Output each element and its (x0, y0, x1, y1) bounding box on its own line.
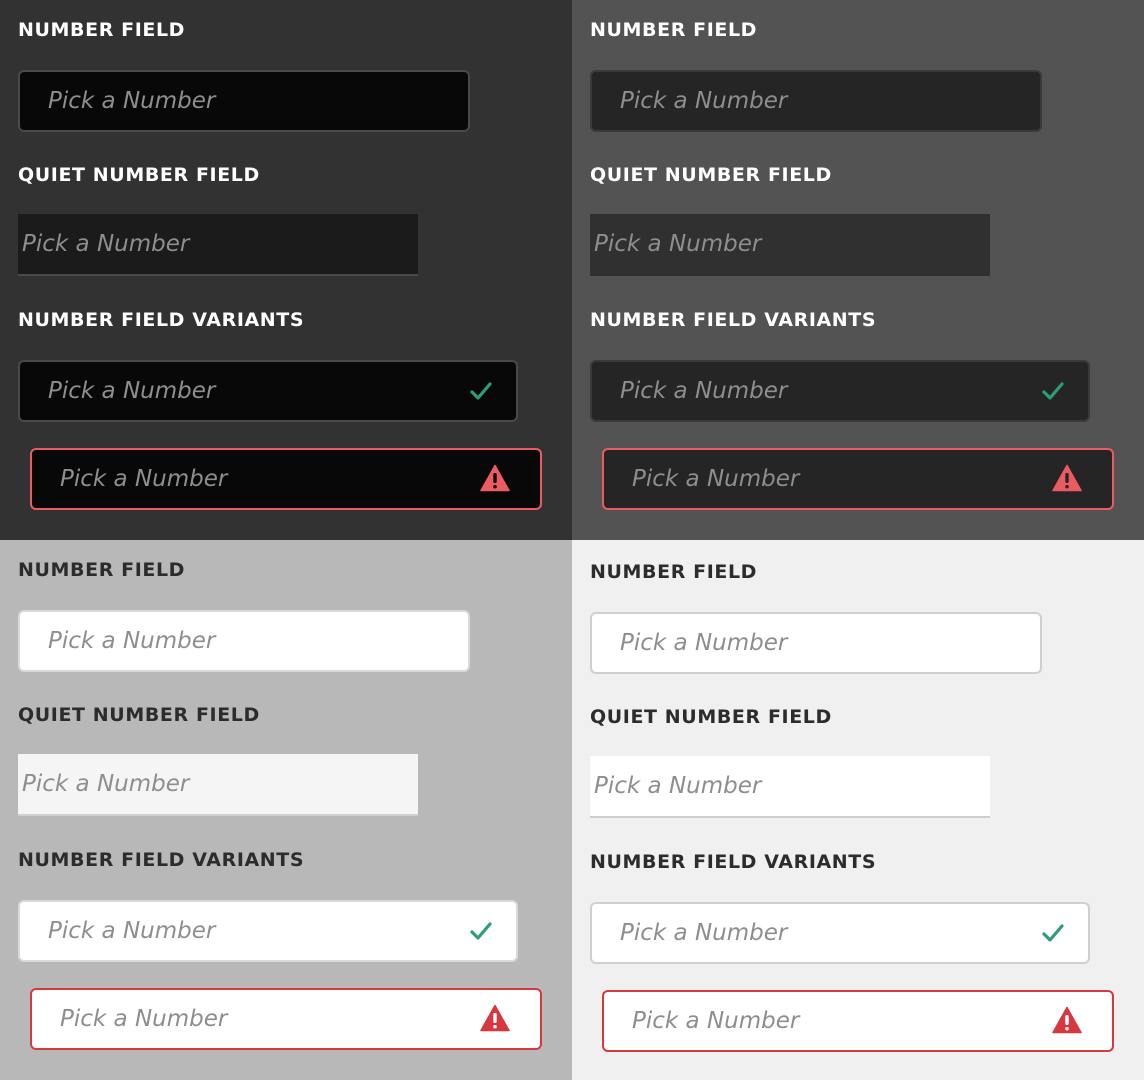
valid-number-field[interactable]: Pick a Number (18, 900, 518, 962)
theme-panel-light: NUMBER FIELD Pick a Number QUIET NUMBER … (0, 540, 572, 1080)
alert-triangle-icon (1052, 1006, 1082, 1034)
quiet-number-field-heading: QUIET NUMBER FIELD (590, 164, 832, 186)
quiet-number-field-placeholder: Pick a Number (594, 231, 762, 257)
valid-number-field[interactable]: Pick a Number (18, 360, 518, 422)
checkmark-icon (1042, 382, 1064, 400)
quiet-number-field[interactable]: Pick a Number (590, 214, 990, 276)
number-field-placeholder: Pick a Number (48, 628, 216, 654)
valid-number-field-placeholder: Pick a Number (48, 918, 216, 944)
theme-panel-lightest: NUMBER FIELD Pick a Number QUIET NUMBER … (572, 540, 1144, 1080)
number-field[interactable]: Pick a Number (590, 612, 1042, 674)
quiet-number-field-placeholder: Pick a Number (594, 773, 762, 799)
number-field-variants-heading: NUMBER FIELD VARIANTS (590, 851, 877, 873)
number-field-placeholder: Pick a Number (620, 88, 788, 114)
invalid-number-field-placeholder: Pick a Number (60, 466, 228, 492)
number-field-variants-heading: NUMBER FIELD VARIANTS (590, 309, 877, 331)
quiet-number-field[interactable]: Pick a Number (18, 214, 418, 276)
valid-number-field-placeholder: Pick a Number (48, 378, 216, 404)
quiet-number-field-heading: QUIET NUMBER FIELD (18, 164, 260, 186)
checkmark-icon (470, 922, 492, 940)
valid-number-field-placeholder: Pick a Number (620, 920, 788, 946)
number-field-heading: NUMBER FIELD (590, 561, 758, 583)
number-field-placeholder: Pick a Number (48, 88, 216, 114)
number-field-variants-heading: NUMBER FIELD VARIANTS (18, 309, 305, 331)
number-field-heading: NUMBER FIELD (590, 19, 758, 41)
invalid-number-field[interactable]: Pick a Number (602, 448, 1114, 510)
invalid-number-field-placeholder: Pick a Number (632, 1008, 800, 1034)
alert-triangle-icon (480, 1004, 510, 1032)
valid-number-field[interactable]: Pick a Number (590, 902, 1090, 964)
alert-triangle-icon (1052, 464, 1082, 492)
number-field[interactable]: Pick a Number (590, 70, 1042, 132)
number-field[interactable]: Pick a Number (18, 70, 470, 132)
number-field-heading: NUMBER FIELD (18, 19, 186, 41)
valid-number-field-placeholder: Pick a Number (620, 378, 788, 404)
quiet-number-field-placeholder: Pick a Number (22, 771, 190, 797)
theme-panel-dark: NUMBER FIELD Pick a Number QUIET NUMBER … (572, 0, 1144, 540)
number-field[interactable]: Pick a Number (18, 610, 470, 672)
valid-number-field[interactable]: Pick a Number (590, 360, 1090, 422)
theme-panel-darkest: NUMBER FIELD Pick a Number QUIET NUMBER … (0, 0, 572, 540)
quiet-number-field-placeholder: Pick a Number (22, 231, 190, 257)
quiet-number-field[interactable]: Pick a Number (18, 754, 418, 816)
quiet-number-field-heading: QUIET NUMBER FIELD (590, 706, 832, 728)
alert-triangle-icon (480, 464, 510, 492)
number-field-variants-heading: NUMBER FIELD VARIANTS (18, 849, 305, 871)
quiet-number-field[interactable]: Pick a Number (590, 756, 990, 818)
number-field-placeholder: Pick a Number (620, 630, 788, 656)
invalid-number-field[interactable]: Pick a Number (30, 988, 542, 1050)
invalid-number-field-placeholder: Pick a Number (60, 1006, 228, 1032)
number-field-heading: NUMBER FIELD (18, 559, 186, 581)
checkmark-icon (470, 382, 492, 400)
quiet-number-field-heading: QUIET NUMBER FIELD (18, 704, 260, 726)
invalid-number-field-placeholder: Pick a Number (632, 466, 800, 492)
checkmark-icon (1042, 924, 1064, 942)
invalid-number-field[interactable]: Pick a Number (30, 448, 542, 510)
invalid-number-field[interactable]: Pick a Number (602, 990, 1114, 1052)
